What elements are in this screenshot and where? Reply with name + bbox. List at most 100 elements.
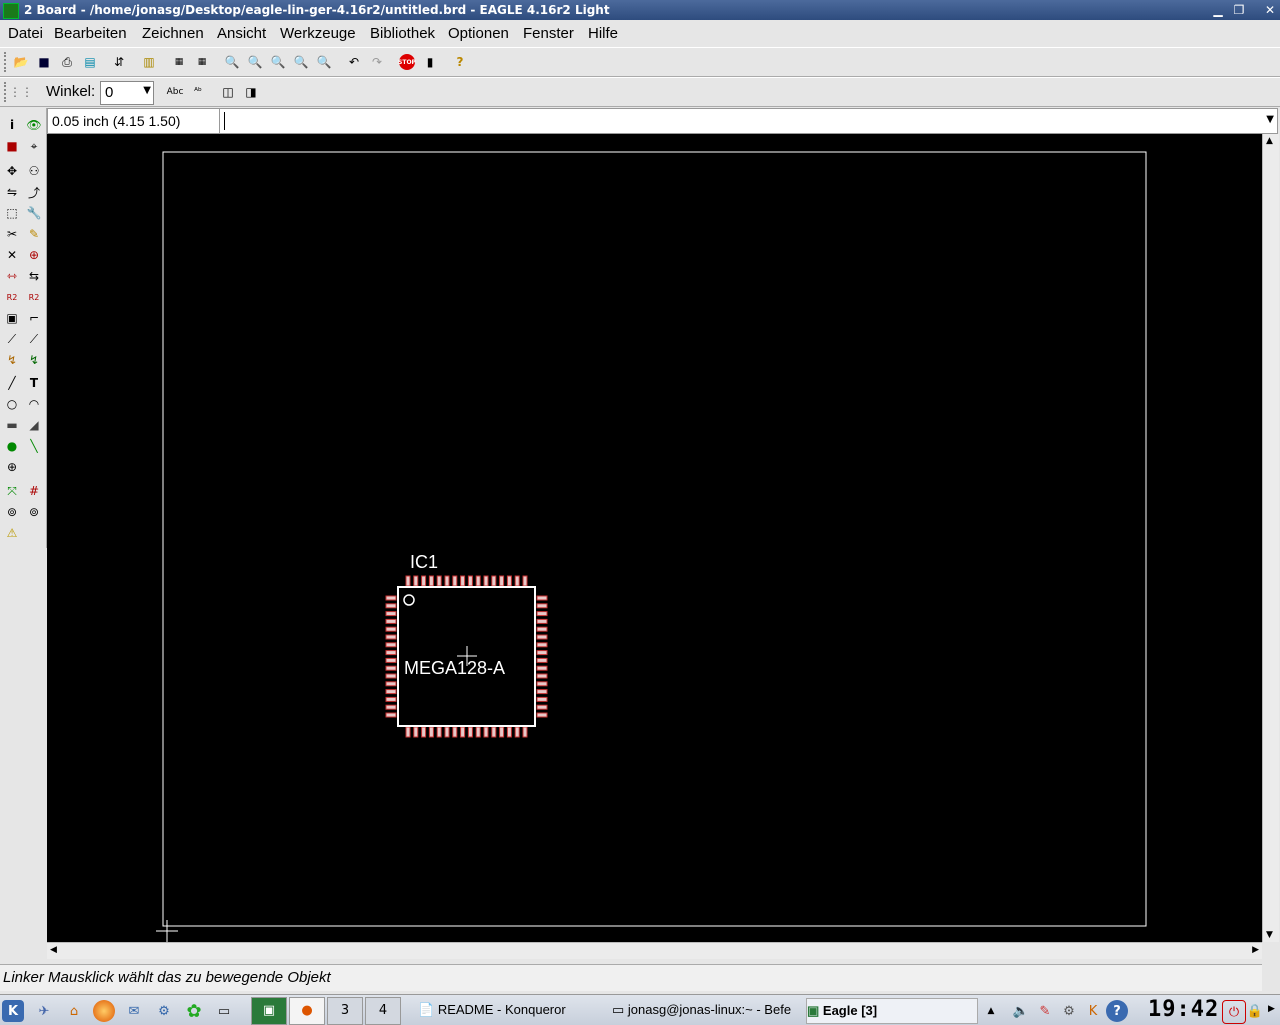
group-icon[interactable]: ⬚ (2, 204, 22, 222)
mirror-icon[interactable]: Abc (165, 82, 185, 102)
cut-icon[interactable]: ✂ (2, 225, 22, 243)
desktop-1-eagle[interactable]: ▣ (251, 997, 287, 1025)
chevron-down-icon[interactable]: ▼ (1266, 114, 1274, 125)
split-icon[interactable]: ⟋ (2, 330, 22, 348)
erc-icon[interactable]: ⊚ (2, 503, 22, 521)
circle-icon[interactable]: ○ (2, 395, 22, 413)
arc-icon[interactable]: ◠ (24, 395, 44, 413)
network-icon[interactable]: ⚙ (1058, 1000, 1080, 1022)
ripup-icon[interactable]: ↯ (24, 351, 44, 369)
info-icon[interactable]: i (2, 116, 22, 134)
scroll-up-icon[interactable]: ▲ (1266, 136, 1273, 146)
optimize-icon[interactable]: ⟋ (24, 330, 44, 348)
open-icon[interactable]: 📂 (11, 52, 31, 72)
polygon-icon[interactable]: ◢ (24, 416, 44, 434)
desktop-4[interactable]: 4 (365, 997, 401, 1025)
menu-bibliothek[interactable]: Bibliothek (370, 25, 435, 42)
route-icon[interactable]: ↯ (2, 351, 22, 369)
zoom-fit-icon[interactable]: 🔍 (222, 52, 242, 72)
grid-icon[interactable]: ⋮⋮ (9, 82, 33, 102)
scroll-right-icon[interactable]: ▶ (1252, 945, 1259, 955)
desktop-3[interactable]: 3 (327, 997, 363, 1025)
logout-icon[interactable]: ⏻ (1222, 1000, 1246, 1024)
menu-hilfe[interactable]: Hilfe (588, 25, 618, 42)
desktop-icon[interactable]: ✈ (33, 1000, 55, 1022)
board-canvas[interactable]: IC1 MEGA128-A (47, 134, 1262, 942)
lock-icon[interactable]: 🔒 (1244, 1000, 1266, 1022)
redo-icon[interactable]: ↷ (367, 52, 387, 72)
go-icon[interactable]: ▮ (420, 52, 440, 72)
angle-select[interactable]: 0 ▼ (100, 81, 154, 105)
miter-icon[interactable]: ⌐ (24, 309, 44, 327)
thunderbird-icon[interactable]: ✉ (123, 1000, 145, 1022)
ratsnest-icon[interactable]: ⤧ (2, 482, 22, 500)
menu-ansicht[interactable]: Ansicht (217, 25, 266, 42)
desktop-2-firefox[interactable]: ● (289, 997, 325, 1025)
via-icon[interactable]: ● (2, 437, 22, 455)
eagle-app-icon[interactable] (3, 3, 19, 19)
help-icon[interactable]: ? (450, 52, 470, 72)
zoom-area-icon[interactable]: 🔍 (314, 52, 334, 72)
add-icon[interactable]: ⊕ (24, 246, 44, 264)
clock[interactable]: 19:42 (1148, 997, 1218, 1023)
chevron-down-icon[interactable]: ▼ (143, 85, 151, 96)
menu-zeichnen[interactable]: Zeichnen (142, 25, 204, 42)
kde-menu-icon[interactable]: K (2, 1000, 24, 1022)
mark-icon[interactable]: ⌖ (24, 137, 44, 155)
copy-icon[interactable]: ⚇ (24, 162, 44, 180)
maximize-button[interactable]: ❐ (1231, 2, 1247, 18)
layout-alt-icon[interactable]: ◨ (241, 82, 261, 102)
library-icon[interactable]: ▥ (139, 52, 159, 72)
vertical-scrollbar[interactable]: ▲ ▼ (1262, 134, 1279, 942)
show-icon[interactable]: 👁 (24, 116, 44, 134)
auto-router-icon[interactable]: # (24, 482, 44, 500)
scroll-left-icon[interactable]: ◀ (50, 945, 57, 955)
display-layers-icon[interactable]: ■ (2, 137, 22, 155)
menu-datei[interactable]: Datei (8, 25, 43, 42)
menu-bearbeiten[interactable]: Bearbeiten (54, 25, 127, 42)
drc-icon[interactable]: ⊚ (24, 503, 44, 521)
task-eagle[interactable]: ▣ Eagle [3] (806, 998, 978, 1024)
scroll-down-icon[interactable]: ▼ (1266, 930, 1273, 940)
horizontal-scrollbar[interactable]: ◀ ▶ (47, 942, 1262, 959)
layout-icon[interactable]: ◫ (218, 82, 238, 102)
terminal-icon[interactable]: ▭ (213, 1000, 235, 1022)
board-icon[interactable]: ▦ (192, 52, 212, 72)
close-button[interactable]: ✕ (1262, 2, 1278, 18)
change-icon[interactable]: 🔧 (24, 204, 44, 222)
zoom-in-icon[interactable]: 🔍 (245, 52, 265, 72)
konqueror-icon[interactable]: ⚙ (153, 1000, 175, 1022)
menu-werkzeuge[interactable]: Werkzeuge (280, 25, 356, 42)
wire-icon[interactable]: ╱ (2, 374, 22, 392)
mirror-tool-icon[interactable]: ⇋ (2, 183, 22, 201)
text-icon[interactable]: T (24, 374, 44, 392)
tray-arrow-icon[interactable]: ▲ (980, 1000, 1002, 1022)
signal-icon[interactable]: ╲ (24, 437, 44, 455)
delete-icon[interactable]: ✕ (2, 246, 22, 264)
name-icon[interactable]: R2 (2, 288, 22, 306)
script-icon[interactable]: ⇵ (109, 52, 129, 72)
save-icon[interactable]: ■ (34, 52, 54, 72)
pinswap-icon[interactable]: ⇿ (2, 267, 22, 285)
menu-fenster[interactable]: Fenster (523, 25, 574, 42)
rect-icon[interactable]: ▬ (2, 416, 22, 434)
zoom-out-icon[interactable]: 🔍 (268, 52, 288, 72)
stop-icon[interactable]: STOP (397, 52, 417, 72)
value-icon[interactable]: R2 (24, 288, 44, 306)
move-icon[interactable]: ✥ (2, 162, 22, 180)
command-input[interactable]: ▼ (219, 108, 1278, 134)
minimize-button[interactable]: ▁ (1210, 2, 1226, 18)
task-terminal[interactable]: ▭ jonasg@jonas-linux:~ - Befe (612, 998, 800, 1022)
paste-icon[interactable]: ✎ (24, 225, 44, 243)
schematic-icon[interactable]: ▦ (169, 52, 189, 72)
smash-icon[interactable]: ▣ (2, 309, 22, 327)
errors-icon[interactable]: ⚠ (2, 524, 22, 542)
klipper-icon[interactable]: ✎ (1034, 1000, 1056, 1022)
firefox-icon[interactable] (93, 1000, 115, 1022)
kde-wallet-icon[interactable]: K (1082, 1000, 1104, 1022)
undo-icon[interactable]: ↶ (344, 52, 364, 72)
icq-icon[interactable]: ✿ (183, 1000, 205, 1022)
menu-optionen[interactable]: Optionen (448, 25, 509, 42)
volume-icon[interactable]: 🔈 (1010, 1000, 1032, 1022)
rotate-text-icon[interactable]: ᴬᵇ (188, 82, 208, 102)
